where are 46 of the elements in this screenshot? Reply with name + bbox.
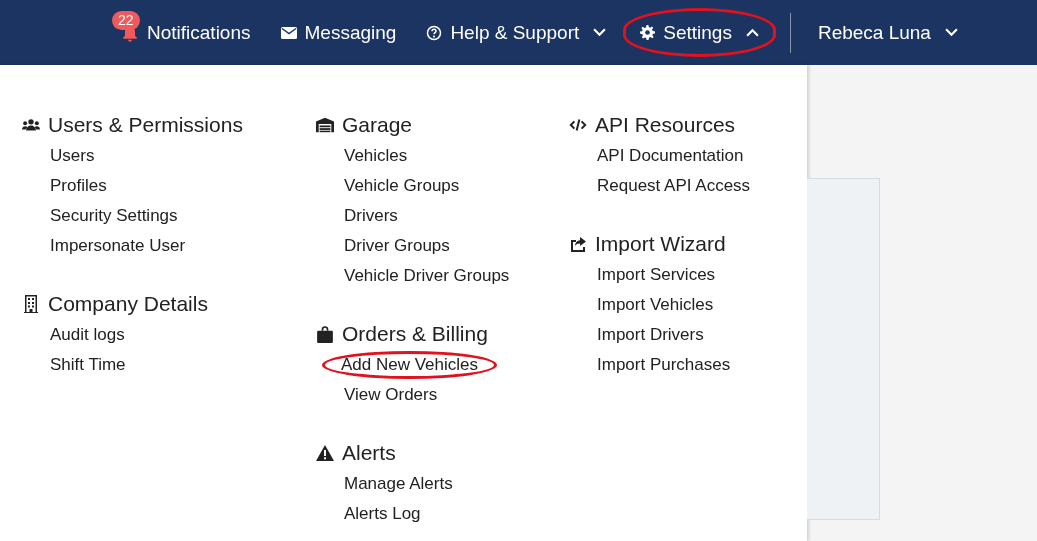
menu-link[interactable]: Add New Vehicles — [322, 351, 498, 379]
caret-down-icon — [944, 28, 958, 37]
menu-link[interactable]: Alerts Log — [341, 500, 424, 528]
menu-link[interactable]: Vehicles — [341, 142, 411, 170]
notification-count: 22 — [112, 11, 140, 31]
menu-link[interactable]: Impersonate User — [47, 232, 189, 260]
gear-icon — [640, 25, 656, 40]
menu-link[interactable]: Profiles — [47, 172, 110, 200]
menu-link[interactable]: Audit logs — [47, 321, 128, 349]
menu-group-heading: Garage — [342, 112, 413, 138]
menu-link[interactable]: Vehicle Driver Groups — [341, 262, 513, 290]
messaging-link[interactable]: Messaging — [267, 13, 410, 52]
menu-group-heading: Alerts — [342, 440, 396, 466]
menu-link[interactable]: Import Purchases — [594, 351, 734, 379]
menu-link[interactable]: Vehicle Groups — [341, 172, 463, 200]
menu-link[interactable]: Security Settings — [47, 202, 181, 230]
bag-icon — [316, 325, 334, 343]
menu-link[interactable]: Users — [47, 142, 98, 170]
garage-icon — [316, 116, 334, 134]
menu-link[interactable]: Import Vehicles — [594, 291, 717, 319]
menu-link[interactable]: Shift Time — [47, 351, 129, 379]
notifications-link[interactable]: Notifications 22 — [108, 13, 264, 52]
question-icon — [426, 24, 443, 41]
user-menu[interactable]: Rebeca Luna — [804, 13, 971, 52]
menu-link[interactable]: API Documentation — [594, 142, 747, 170]
nav-dropdown[interactable]: Settings — [623, 8, 776, 57]
menu-link[interactable]: Drivers — [341, 202, 401, 230]
menu-link[interactable]: View Orders — [341, 381, 441, 409]
code-icon — [569, 116, 587, 134]
share-icon — [569, 235, 587, 253]
caret-down-icon — [593, 28, 607, 37]
nav-dropdown[interactable]: Help & Support — [413, 13, 620, 52]
building-icon — [22, 295, 40, 313]
warning-icon — [316, 444, 334, 462]
menu-group-heading: Import Wizard — [595, 231, 726, 257]
menu-link[interactable]: Import Services — [594, 261, 719, 289]
menu-group-heading: Orders & Billing — [342, 321, 488, 347]
menu-link[interactable]: Manage Alerts — [341, 470, 456, 498]
menu-link[interactable]: Driver Groups — [341, 232, 453, 260]
menu-link[interactable]: Import Drivers — [594, 321, 707, 349]
menu-link[interactable]: Request API Access — [594, 172, 754, 200]
caret-up-icon — [745, 28, 759, 37]
menu-group-heading: Company Details — [48, 291, 208, 317]
envelope-icon — [280, 26, 297, 39]
menu-group-heading: API Resources — [595, 112, 736, 138]
menu-group-heading: Users & Permissions — [48, 112, 243, 138]
